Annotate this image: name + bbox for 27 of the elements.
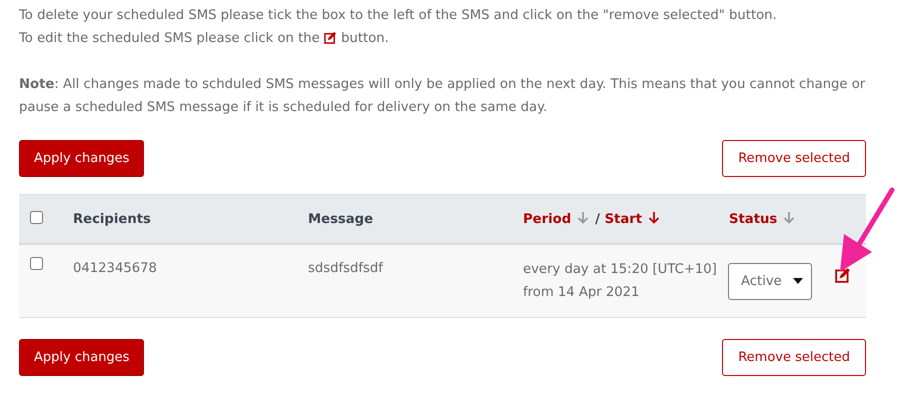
row-checkbox[interactable] <box>30 257 43 270</box>
edit-instructions: To edit the scheduled SMS please click on the <box>19 31 320 46</box>
sort-arrow-icon[interactable] <box>783 211 796 224</box>
sort-arrow-icon[interactable] <box>648 211 660 224</box>
edit-icon[interactable] <box>324 31 337 44</box>
column-header[interactable]: Period <box>523 212 572 227</box>
sort-arrow-icon[interactable] <box>577 211 590 224</box>
column-header: Message <box>308 212 374 226</box>
delete-instructions: To delete your scheduled SMS please tick the box to the left of the SMS and click on the "remove selected" button. <box>19 7 778 25</box>
remove-selected-button[interactable]: Remove selected <box>722 140 866 177</box>
header-separator: / <box>595 212 600 227</box>
edit-instructions-end: button. <box>341 31 389 46</box>
remove-selected-button[interactable]: Remove selected <box>722 339 866 376</box>
select-all-checkbox[interactable] <box>30 210 43 224</box>
apply-changes-button[interactable]: Apply changes <box>19 339 144 376</box>
message-cell-text: sdsdfsdfsdf <box>308 260 384 278</box>
caret-icon <box>793 278 803 284</box>
edit-icon[interactable] <box>835 267 851 283</box>
column-header[interactable]: Start <box>604 212 642 227</box>
column-header: Recipients <box>73 212 151 226</box>
column-header[interactable]: Status <box>729 212 778 227</box>
period-cell: every day at 15:20 [UTC+10] <box>523 262 717 277</box>
start-cell: from 14 Apr 2021 <box>523 285 640 300</box>
status-dropdown[interactable]: Active <box>728 262 812 300</box>
apply-changes-button[interactable]: Apply changes <box>19 140 144 177</box>
note-text: Note: All changes made to schduled SMS messages will only be applied on the next day. This means that you cannot change or pause a scheduled SMS message if it is scheduled for delivery on the same day. <box>19 76 866 117</box>
recipients-cell-text: 0412345678 <box>73 260 158 278</box>
